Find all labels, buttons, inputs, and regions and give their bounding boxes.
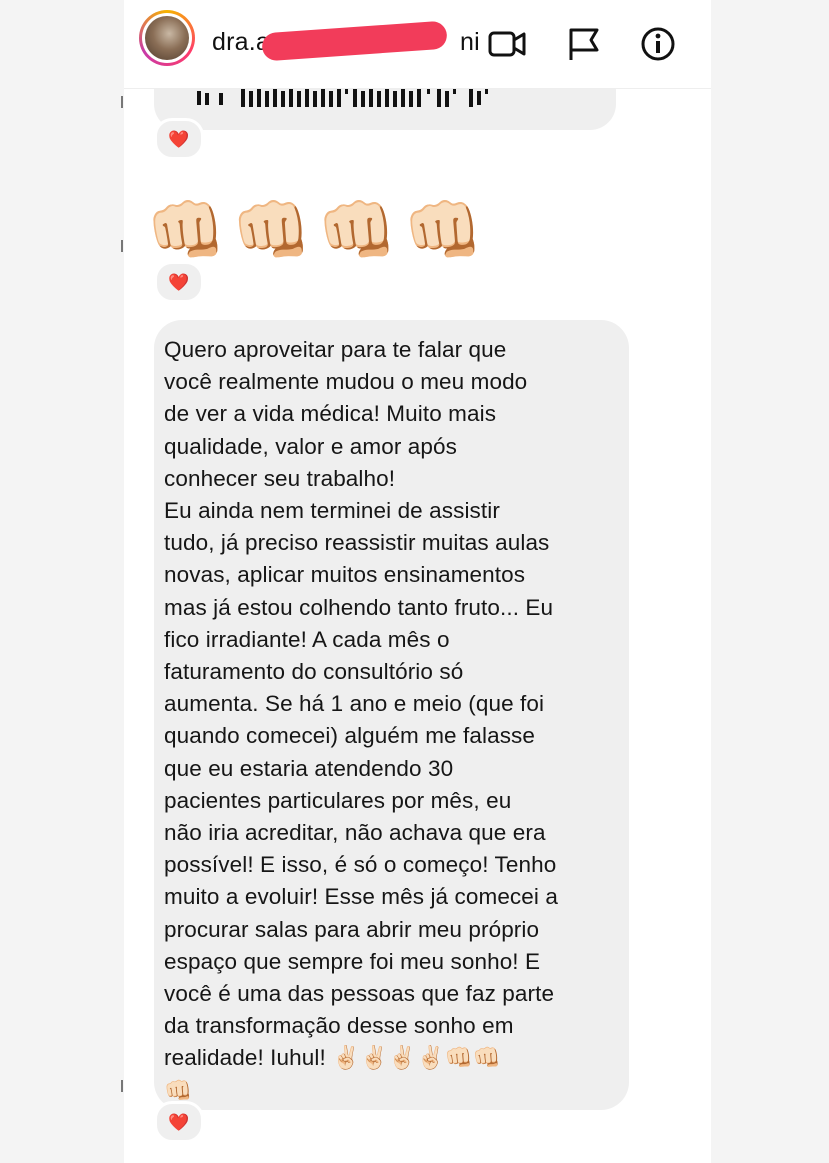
emoji-message[interactable]: 👊🏻👊🏻👊🏻👊🏻: [146, 195, 489, 265]
right-margin: [711, 0, 829, 1163]
video-call-icon[interactable]: [487, 26, 527, 62]
heart-icon: ❤️: [168, 129, 190, 149]
avatar[interactable]: [139, 10, 195, 66]
dm-conversation-screen: ❤️ dra.ani 👊🏻👊🏻�: [0, 0, 829, 1163]
heart-reaction[interactable]: ❤️: [154, 261, 204, 303]
info-icon[interactable]: [638, 26, 678, 62]
audio-waveform: [197, 89, 488, 107]
edge-mark: [121, 96, 123, 108]
edge-mark: [121, 240, 123, 252]
chat-header: dra.a ni: [124, 0, 711, 89]
heart-reaction[interactable]: ❤️: [154, 118, 204, 160]
message-text: Quero aproveitar para te falar que você …: [164, 337, 558, 1103]
heart-reaction[interactable]: ❤️: [154, 1101, 204, 1143]
heart-icon: ❤️: [168, 1112, 190, 1132]
heart-icon: ❤️: [168, 272, 190, 292]
edge-mark: [121, 1080, 123, 1092]
left-margin: [0, 0, 124, 1163]
chat-panel: ❤️ dra.ani 👊🏻👊🏻�: [124, 0, 711, 1163]
flag-icon[interactable]: [565, 26, 605, 62]
